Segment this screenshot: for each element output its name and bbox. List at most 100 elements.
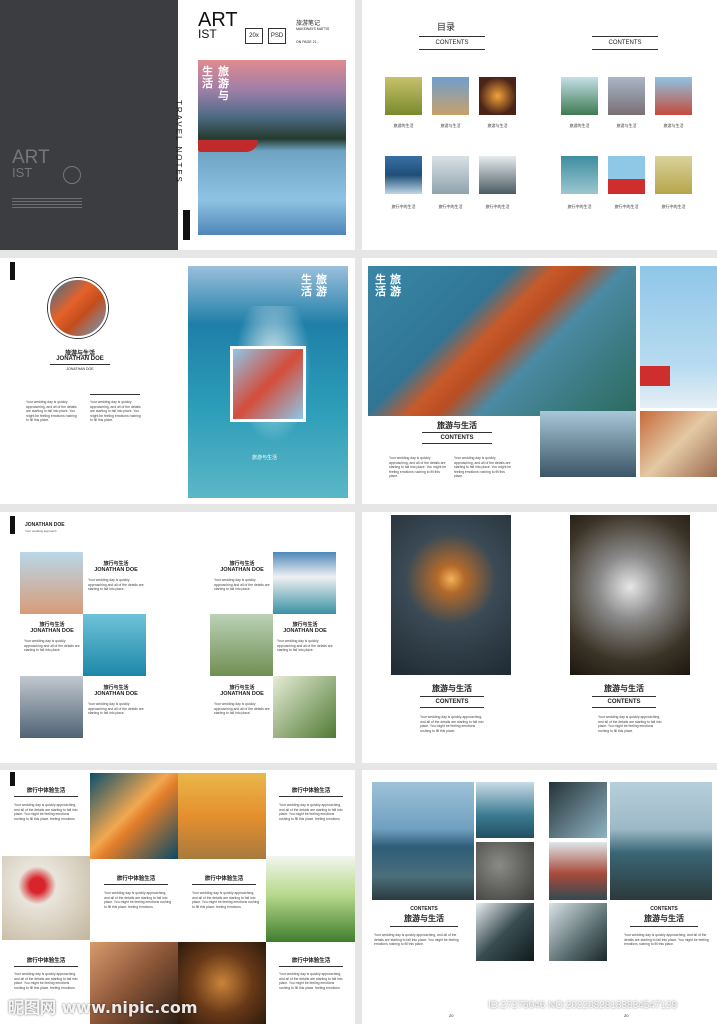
sparkler-woman-photo bbox=[391, 515, 511, 675]
p6-right-para: Your wedding day is quickly approaching,… bbox=[598, 715, 662, 733]
watermark-right: ID:27276046 NO:20220828183834547129 bbox=[488, 1000, 678, 1011]
p7-rule bbox=[14, 966, 78, 967]
rocks-photo-left bbox=[476, 903, 534, 961]
coast-photo-large bbox=[372, 782, 474, 900]
page-edge-mark bbox=[10, 262, 15, 280]
page7-spread: 旅行中体验生活 Your wedding day is quickly appr… bbox=[0, 770, 355, 1024]
cover-left-circle bbox=[63, 166, 81, 184]
p5-item-en: JONATHAN DOE bbox=[283, 628, 327, 634]
toc-thumb[interactable] bbox=[561, 77, 598, 115]
toc-label: 旅游与生活 bbox=[487, 123, 508, 128]
p6-left-cn: 旅游与生活 bbox=[432, 684, 472, 693]
sea-photo bbox=[476, 782, 534, 838]
p6-left-en: CONTENTS bbox=[435, 699, 469, 705]
cover-vertical-cn-1: 旅游与 bbox=[218, 65, 229, 102]
toc-spread: 目录 CONTENTS CONTENTS 旅游的生活 旅游与生活 旅游与生活 旅… bbox=[362, 0, 717, 250]
p7-head: 旅行中体验生活 bbox=[116, 876, 156, 882]
toc-label: 旅游与生活 bbox=[440, 123, 461, 128]
castle-photo bbox=[20, 552, 83, 614]
p7-head: 旅行中体验生活 bbox=[26, 788, 66, 794]
toc-thumb[interactable] bbox=[479, 77, 516, 115]
badge-20x: 20x bbox=[245, 28, 263, 44]
p5-item-para: Your wedding day is quickly approaching … bbox=[214, 578, 270, 592]
p7-rule bbox=[192, 884, 256, 885]
cover-left-art-line1: ART bbox=[12, 147, 50, 168]
p7-rule bbox=[279, 966, 343, 967]
toc-label: 旅行中的生活 bbox=[614, 204, 639, 209]
city-photo-small bbox=[20, 676, 83, 738]
cover-travel-notes: TRAVEL NOTES bbox=[174, 100, 183, 185]
cover-black-bar bbox=[183, 210, 190, 240]
toc-thumb[interactable] bbox=[655, 156, 692, 194]
toc-thumb[interactable] bbox=[385, 156, 422, 194]
sky-building-photo bbox=[640, 266, 717, 408]
page-edge-mark bbox=[10, 516, 15, 534]
cover-side-line1: MAKEWAYS MATTIS bbox=[296, 27, 330, 31]
p5-item-en: JONATHAN DOE bbox=[220, 691, 264, 697]
toc-label: 旅游与生活 bbox=[663, 123, 684, 128]
p5-item-en: JONATHAN DOE bbox=[94, 567, 138, 573]
coast-photo-right bbox=[610, 782, 712, 900]
p8-right-cn: 旅游与生活 bbox=[644, 914, 684, 923]
p7-para: Your wedding day is quickly approaching,… bbox=[14, 803, 78, 821]
p7-rule bbox=[14, 796, 78, 797]
p3-caption: 旅游与生活 bbox=[252, 455, 278, 461]
p8-page-right: 20 bbox=[624, 1013, 629, 1018]
p3-col1: Your wedding day is quickly approaching,… bbox=[26, 400, 77, 423]
cliff-photo bbox=[549, 782, 607, 838]
toc-thumb[interactable] bbox=[608, 77, 645, 115]
p8-page-left: 20 bbox=[449, 1013, 454, 1018]
cover-left-lines bbox=[12, 196, 82, 210]
cover-side-line2: ON PAGE 21 - bbox=[296, 40, 319, 44]
p6-right-rule bbox=[592, 696, 656, 697]
green-field-photo bbox=[266, 856, 355, 942]
p5-item-en: JONATHAN DOE bbox=[30, 628, 74, 634]
p5-item-en: JONATHAN DOE bbox=[220, 567, 264, 573]
p7-head: 旅行中体验生活 bbox=[291, 788, 331, 794]
p7-head: 旅行中体验生活 bbox=[291, 958, 331, 964]
autumn-tree-photo bbox=[178, 773, 266, 859]
p3-overlay-2: 生活 bbox=[301, 273, 312, 298]
p5-item-cn: 旅行与生活 bbox=[39, 622, 65, 628]
toc-label: 旅行中的生活 bbox=[485, 204, 510, 209]
city-photo bbox=[540, 411, 636, 477]
toc-rule-right bbox=[592, 36, 658, 37]
toc-thumb[interactable] bbox=[608, 156, 645, 194]
p7-rule bbox=[104, 884, 168, 885]
p6-left-rule bbox=[420, 696, 484, 697]
pier-photo bbox=[640, 411, 717, 477]
p8-right-para: Your wedding day is quickly approaching,… bbox=[624, 933, 709, 947]
rock-arch-photo bbox=[549, 842, 607, 900]
toc-label: 旅游的生活 bbox=[569, 123, 590, 128]
toc-label: 旅行中的生活 bbox=[391, 204, 416, 209]
p5-item-para: Your wedding day is quickly approaching … bbox=[24, 639, 80, 653]
toc-thumb[interactable] bbox=[432, 156, 469, 194]
toc-label: 旅行中的生活 bbox=[567, 204, 592, 209]
red-roof-shape bbox=[640, 366, 670, 386]
p3-rule bbox=[50, 364, 110, 365]
cover-art-logo: ART IST bbox=[198, 10, 238, 40]
golden-gate-photo bbox=[368, 266, 636, 416]
p5-item-para: Your wedding day is quickly approaching … bbox=[277, 639, 333, 653]
p6-right-rule-2 bbox=[592, 707, 656, 708]
p7-head: 旅行中体验生活 bbox=[204, 876, 244, 882]
toc-heading: 目录 bbox=[437, 23, 456, 33]
toc-thumb[interactable] bbox=[432, 77, 469, 115]
p3-col2: Your wedding day is quickly approaching,… bbox=[90, 400, 141, 423]
toc-thumb[interactable] bbox=[561, 156, 598, 194]
toc-thumb[interactable] bbox=[655, 77, 692, 115]
toc-thumb[interactable] bbox=[385, 77, 422, 115]
pool-photo bbox=[83, 614, 146, 676]
watermark-left: 昵图网 www.nipic.com bbox=[8, 998, 198, 1017]
p5-header: JONATHAN DOE bbox=[25, 522, 65, 528]
p7-para: Your wedding day is quickly approaching,… bbox=[104, 891, 172, 909]
cover-spread: ART IST ART IST 20x PSD 旅游笔记 MAKEWAYS MA… bbox=[0, 0, 355, 250]
p5-item-para: Your wedding day is quickly approaching … bbox=[88, 578, 144, 592]
waves-photo bbox=[549, 903, 607, 961]
p5-item-para: Your wedding day is quickly approaching … bbox=[88, 702, 144, 716]
p3-overlay-1: 旅游 bbox=[316, 273, 327, 298]
pebbles-photo bbox=[476, 842, 534, 900]
p4-overlay-2: 生活 bbox=[375, 273, 386, 298]
boat-shape bbox=[198, 140, 258, 152]
toc-thumb[interactable] bbox=[479, 156, 516, 194]
